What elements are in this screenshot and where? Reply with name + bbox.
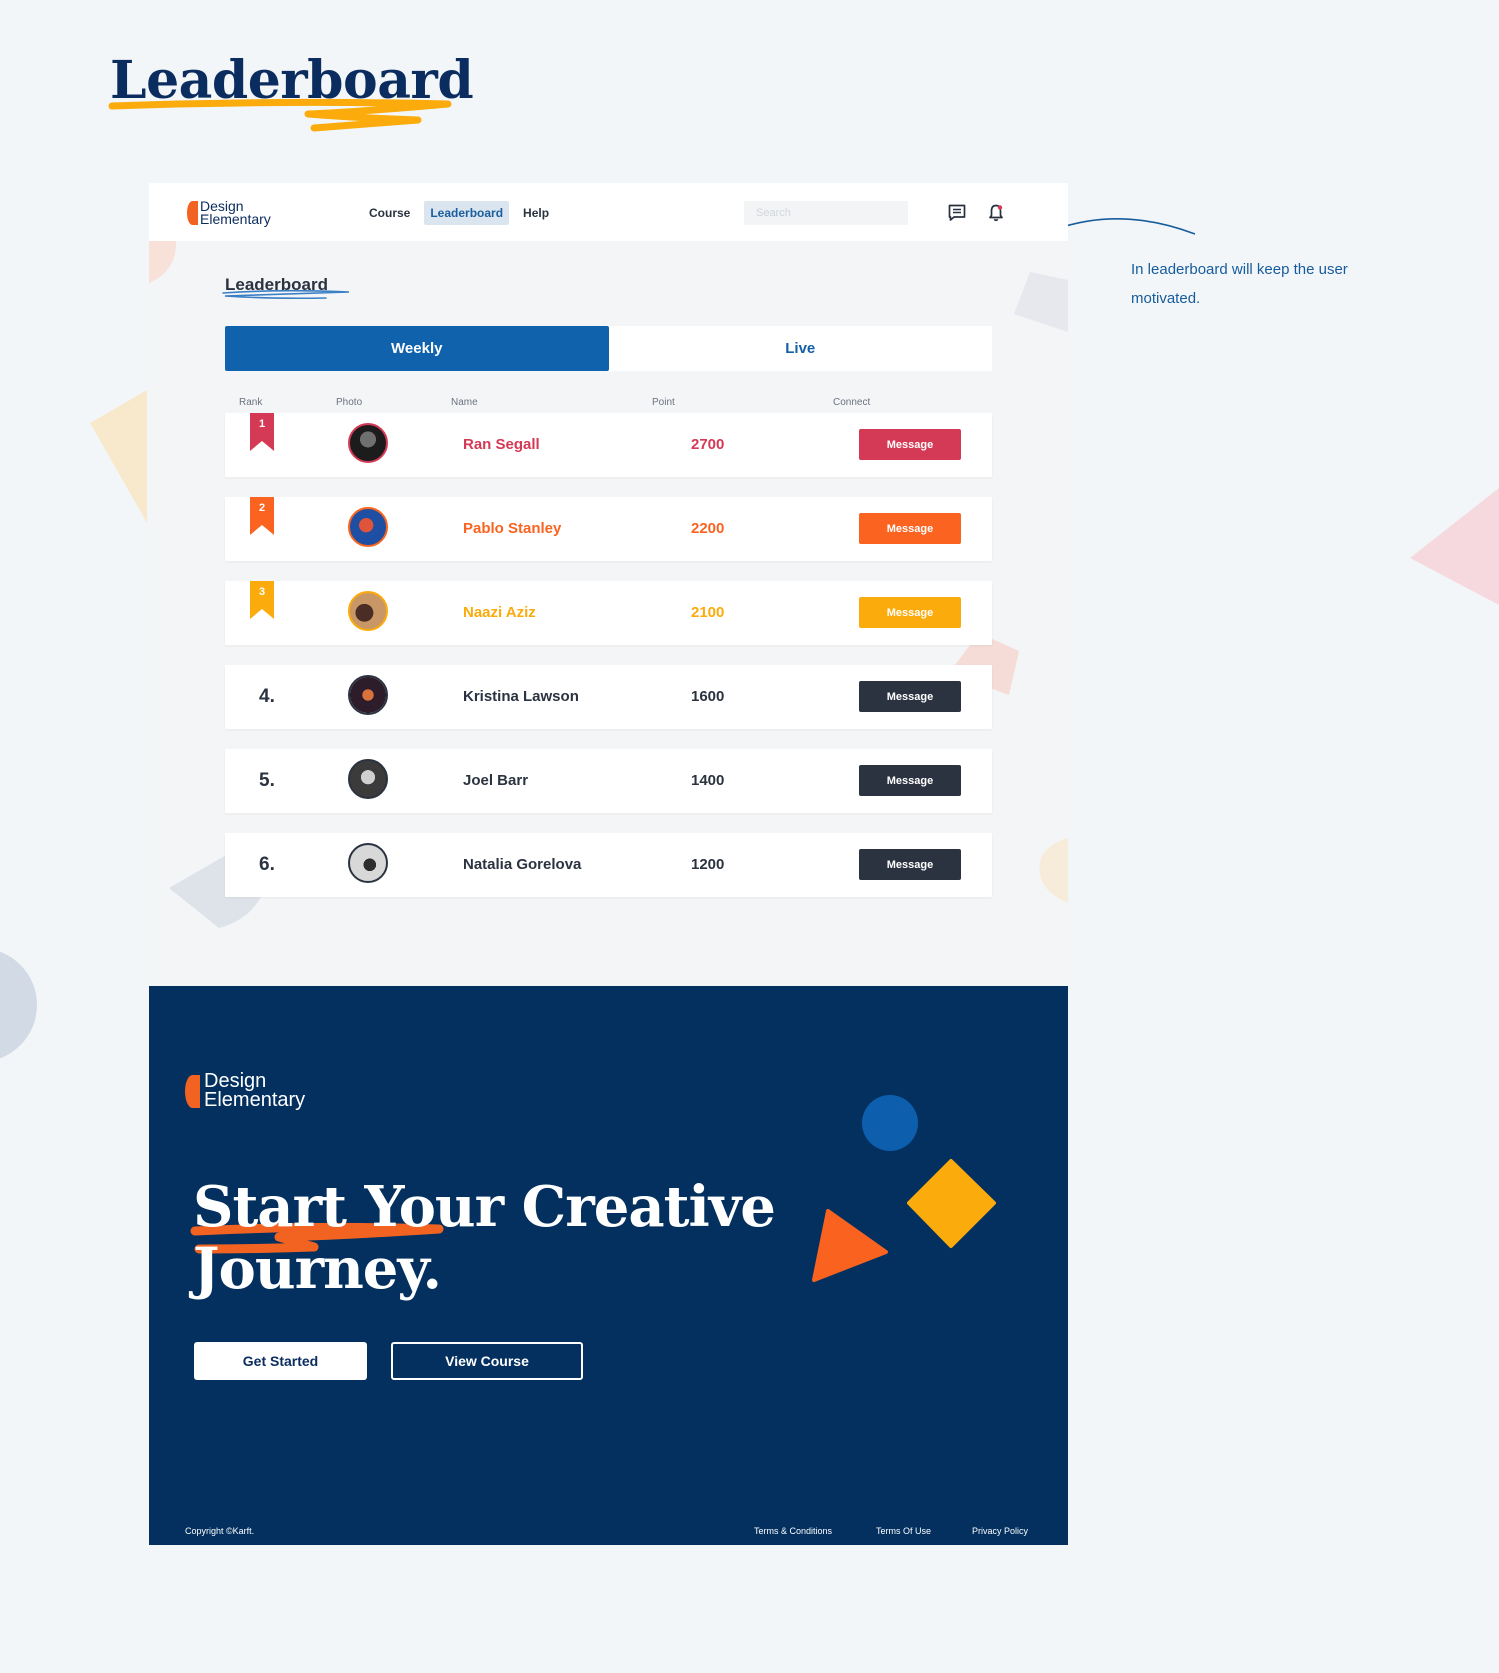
rank-number: 6. — [259, 854, 275, 875]
decor-diamond-yellow-icon — [907, 1159, 996, 1248]
column-header-rank: Rank — [239, 397, 263, 408]
footer-brand-logo[interactable]: Design Elementary — [185, 1071, 306, 1111]
rank-ribbon-icon: 1 — [250, 413, 274, 451]
nav-item-help[interactable]: Help — [517, 201, 555, 225]
rank-number: 3 — [258, 586, 266, 598]
message-button[interactable]: Message — [859, 765, 961, 796]
leaderboard-row: 3 Naazi Aziz 2100 Message — [225, 581, 992, 645]
footer-cta: Design Elementary Start Your Creative Jo… — [149, 986, 1068, 1545]
message-button[interactable]: Message — [859, 429, 961, 460]
column-header-connect: Connect — [833, 397, 871, 408]
avatar — [348, 675, 388, 715]
rank-number: 2 — [258, 502, 266, 514]
nav-item-leaderboard[interactable]: Leaderboard — [424, 201, 510, 225]
avatar — [348, 759, 388, 799]
decor-triangle-orange-icon — [812, 1209, 888, 1282]
message-button[interactable]: Message — [859, 597, 961, 628]
heading-underline-scribble — [108, 98, 452, 132]
get-started-button[interactable]: Get Started — [194, 1342, 367, 1380]
logo-mark-icon — [187, 201, 198, 226]
column-header-photo: Photo — [336, 397, 363, 408]
app-frame: Design Elementary Course Leaderboard Help … — [149, 183, 1068, 1545]
message-button[interactable]: Message — [859, 513, 961, 544]
player-name[interactable]: Natalia Gorelova — [463, 856, 581, 873]
message-button[interactable]: Message — [859, 849, 961, 880]
decor-triangle-pink — [1410, 488, 1499, 605]
search-input[interactable] — [744, 201, 908, 225]
player-name[interactable]: Ran Segall — [463, 436, 540, 453]
player-name[interactable]: Pablo Stanley — [463, 520, 561, 537]
top-navbar: Design Elementary Course Leaderboard Help — [149, 183, 1068, 241]
copyright-text: Copyright ©Karft. — [185, 1526, 255, 1536]
hero-headline: Start Your Creative Journey. — [193, 1174, 776, 1302]
footer-logo-line2: Elementary — [204, 1089, 306, 1111]
rank-number: 5. — [259, 770, 275, 791]
footer-link-terms-conditions[interactable]: Terms & Conditions — [754, 1526, 832, 1536]
decor-diamond-grey — [1014, 272, 1068, 332]
leaderboard-row: 4. Kristina Lawson 1600 Message — [225, 665, 992, 729]
rank-number: 4. — [259, 686, 275, 707]
player-points: 1600 — [691, 688, 725, 705]
decor-circle-peach — [149, 241, 177, 283]
leaderboard-row: 2 Pablo Stanley 2200 Message — [225, 497, 992, 561]
leaderboard-row: 5. Joel Barr 1400 Message — [225, 749, 992, 813]
avatar — [348, 591, 388, 631]
column-header-point: Point — [652, 397, 675, 408]
tab-live[interactable]: Live — [609, 326, 993, 371]
avatar — [348, 423, 388, 463]
rank-ribbon-icon: 3 — [250, 581, 274, 619]
footer-link-privacy-policy[interactable]: Privacy Policy — [972, 1526, 1028, 1536]
player-name[interactable]: Kristina Lawson — [463, 688, 579, 705]
hero-line1: Start Your Creative — [193, 1174, 776, 1240]
avatar — [348, 507, 388, 547]
player-name[interactable]: Joel Barr — [463, 772, 528, 789]
player-points: 2200 — [691, 520, 725, 537]
nav-item-course[interactable]: Course — [363, 201, 416, 225]
leaderboard-row: 1 Ran Segall 2700 Message — [225, 413, 992, 477]
logo-text: Design Elementary — [200, 199, 271, 228]
hero-line2: Journey. — [193, 1236, 442, 1302]
footer-link-terms-of-use[interactable]: Terms Of Use — [876, 1526, 931, 1536]
decor-half-circle-yellow — [1039, 838, 1068, 903]
main-nav: Course Leaderboard Help — [363, 201, 555, 225]
logo-line2: Elementary — [200, 211, 271, 228]
rank-ribbon-icon: 2 — [250, 497, 274, 535]
footer-logo-mark-icon — [185, 1074, 200, 1108]
player-points: 1200 — [691, 856, 725, 873]
leaderboard-tabs: Weekly Live — [225, 326, 992, 371]
message-button[interactable]: Message — [859, 681, 961, 712]
message-icon[interactable] — [947, 203, 967, 223]
player-name[interactable]: Naazi Aziz — [463, 604, 536, 621]
bell-icon[interactable] — [986, 203, 1006, 223]
player-points: 2100 — [691, 604, 725, 621]
brand-logo[interactable]: Design Elementary — [187, 199, 271, 228]
tab-weekly[interactable]: Weekly — [225, 326, 609, 371]
column-header-name: Name — [451, 397, 478, 408]
section-title-scribble — [222, 289, 350, 300]
view-course-button[interactable]: View Course — [391, 1342, 583, 1380]
leaderboard-row: 6. Natalia Gorelova 1200 Message — [225, 833, 992, 897]
decor-circle-grey — [0, 951, 37, 1059]
player-points: 1400 — [691, 772, 725, 789]
player-points: 2700 — [691, 436, 725, 453]
decor-triangle-yellow — [90, 390, 147, 523]
decor-circle-blue-icon — [862, 1095, 918, 1151]
footer-logo-text: Design Elementary — [204, 1071, 306, 1111]
avatar — [348, 843, 388, 883]
rank-number: 1 — [258, 418, 266, 430]
